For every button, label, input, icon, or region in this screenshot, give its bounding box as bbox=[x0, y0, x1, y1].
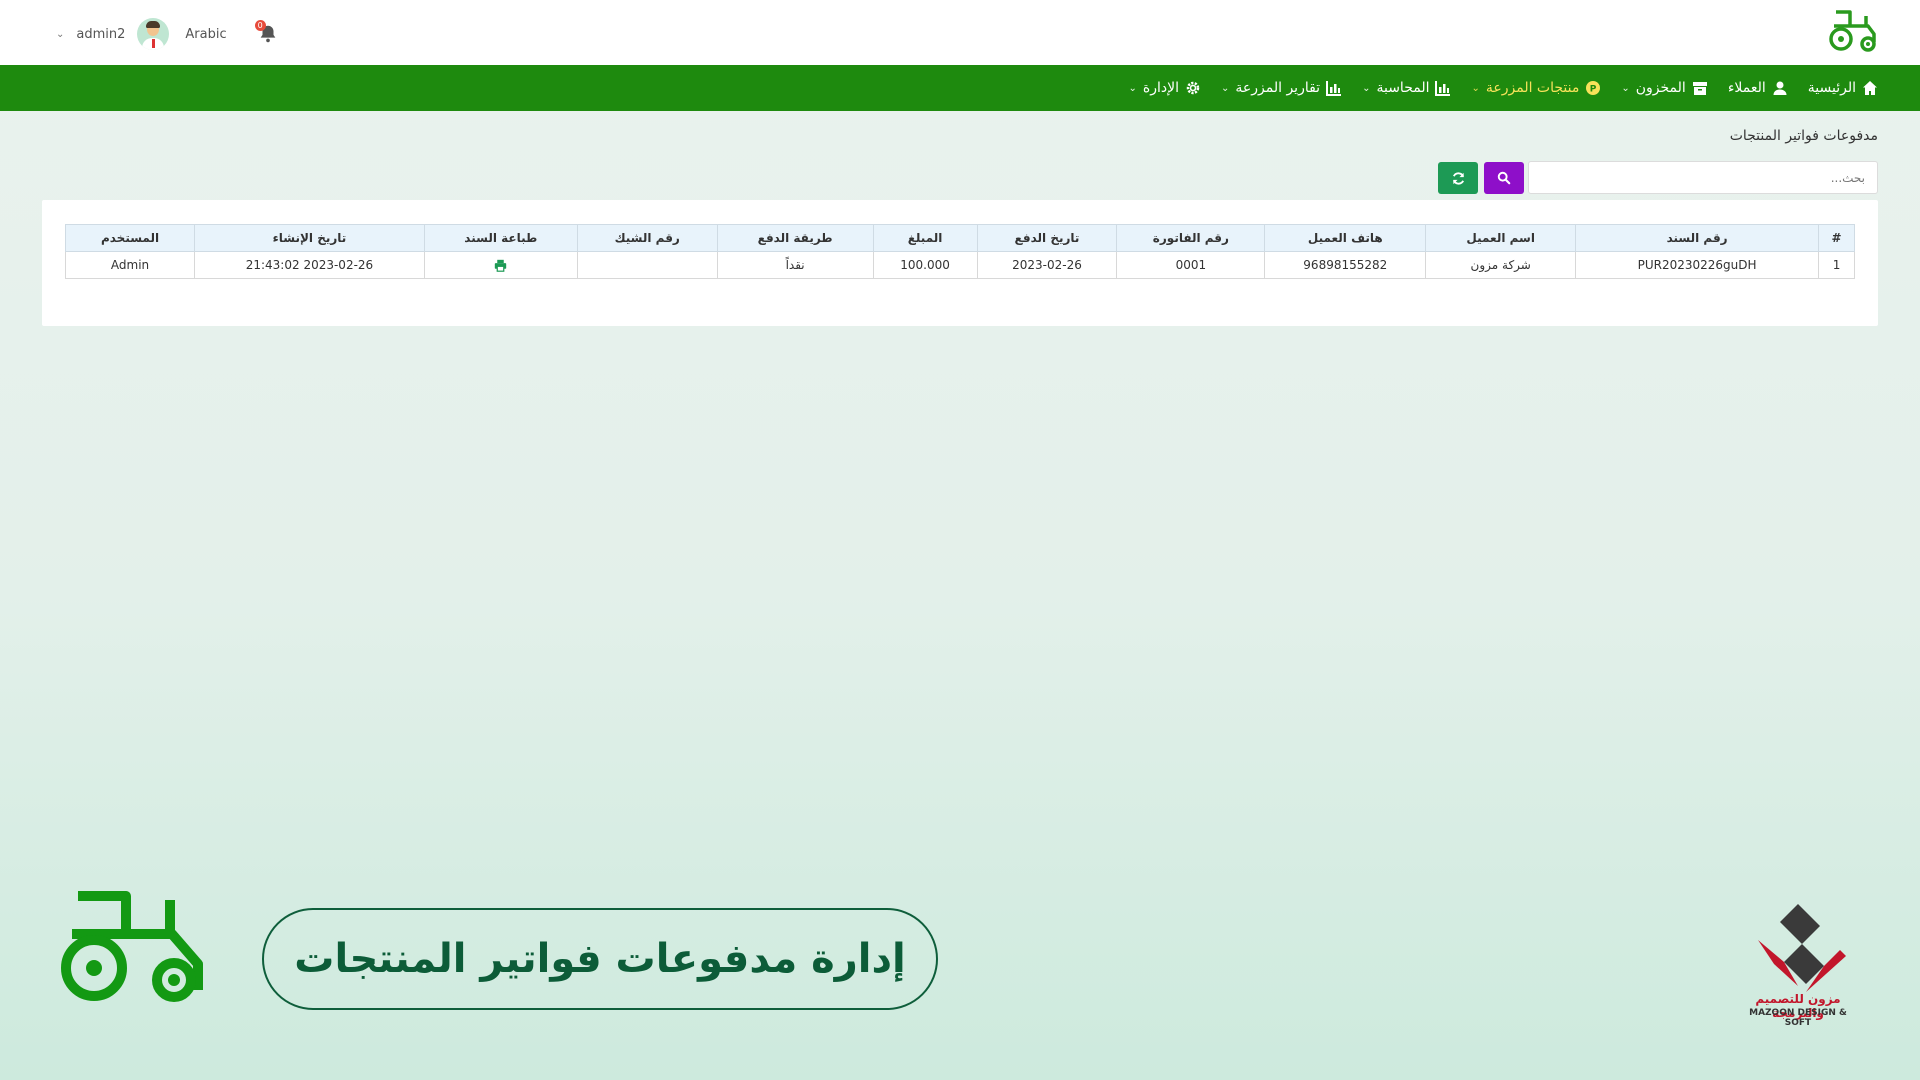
nav-item-label: المحاسبة bbox=[1376, 80, 1430, 96]
mazoon-logo-mark bbox=[1758, 904, 1846, 992]
feature-banner: إدارة مدفوعات فواتير المنتجات bbox=[262, 908, 938, 1010]
nav-item-administration[interactable]: الإدارة ⌄ bbox=[1129, 80, 1201, 96]
nav-item-label: تقارير المزرعة bbox=[1235, 80, 1321, 96]
chart-icon bbox=[1326, 80, 1342, 96]
payments-card: # رقم السند اسم العميل هاتف العميل رقم ا… bbox=[42, 200, 1878, 326]
chevron-down-icon: ⌄ bbox=[1221, 82, 1230, 94]
search-button[interactable] bbox=[1484, 162, 1524, 194]
tractor-logo[interactable] bbox=[1828, 8, 1880, 54]
top-header: ⌄ admin2 Arabic 0 bbox=[0, 0, 1920, 65]
cell-print bbox=[423, 251, 578, 279]
column-header[interactable]: رقم الفاتورة bbox=[1116, 224, 1266, 252]
nav-item-accounting[interactable]: المحاسبة ⌄ bbox=[1362, 80, 1451, 96]
nav-item-farm-products[interactable]: P منتجات المزرعة ⌄ bbox=[1471, 80, 1601, 96]
cell-created-at: 2023-02-26 21:43:02 bbox=[194, 251, 425, 279]
column-header[interactable]: تاريخ الدفع bbox=[976, 224, 1118, 252]
chevron-down-icon: ⌄ bbox=[1621, 82, 1630, 94]
table-row: 1 PUR20230226guDH شركة مزون 96898155282 … bbox=[64, 251, 1855, 279]
search-icon bbox=[1497, 171, 1511, 185]
payments-table: # رقم السند اسم العميل هاتف العميل رقم ا… bbox=[64, 224, 1855, 279]
cell-customer-phone: 96898155282 bbox=[1264, 251, 1427, 279]
chevron-down-icon: ⌄ bbox=[1362, 82, 1371, 94]
avatar[interactable] bbox=[137, 18, 170, 50]
column-header[interactable]: رقم السند bbox=[1575, 224, 1820, 252]
nav-item-customers[interactable]: العملاء bbox=[1728, 80, 1788, 96]
chevron-down-icon: ⌄ bbox=[1128, 82, 1137, 94]
nav-item-home[interactable]: الرئيسية bbox=[1808, 80, 1878, 96]
cell-payment-method: نقداً bbox=[716, 251, 874, 279]
column-header[interactable]: المبلغ bbox=[872, 224, 978, 252]
gear-icon bbox=[1185, 80, 1201, 96]
table-header-row: # رقم السند اسم العميل هاتف العميل رقم ا… bbox=[64, 224, 1855, 252]
nav-item-label: الإدارة bbox=[1142, 80, 1180, 96]
nav-item-label: العملاء bbox=[1727, 80, 1766, 96]
column-header[interactable]: رقم الشيك bbox=[576, 224, 718, 252]
svg-text:P: P bbox=[1590, 85, 1597, 95]
cell-payment-date: 2023-02-26 bbox=[976, 251, 1118, 279]
chevron-down-icon[interactable]: ⌄ bbox=[56, 29, 64, 40]
nav-item-farm-reports[interactable]: تقارير المزرعة ⌄ bbox=[1221, 80, 1342, 96]
user-icon bbox=[1772, 80, 1788, 96]
column-header[interactable]: المستخدم bbox=[64, 224, 196, 252]
column-header[interactable]: اسم العميل bbox=[1425, 224, 1577, 252]
username[interactable]: admin2 bbox=[76, 27, 125, 42]
language-switcher[interactable]: Arabic bbox=[185, 27, 226, 42]
column-header[interactable]: طريقة الدفع bbox=[716, 224, 874, 252]
refresh-button[interactable] bbox=[1438, 162, 1478, 194]
cell-voucher-no: PUR20230226guDH bbox=[1575, 251, 1820, 279]
product-icon: P bbox=[1585, 80, 1601, 96]
cell-user: Admin bbox=[64, 251, 196, 279]
nav-item-label: منتجات المزرعة bbox=[1485, 80, 1580, 96]
cell-invoice-no: 0001 bbox=[1116, 251, 1266, 279]
chart-icon bbox=[1435, 80, 1451, 96]
notification-badge: 0 bbox=[254, 20, 266, 31]
column-header[interactable]: # bbox=[1818, 224, 1855, 252]
cell-amount: 100.000 bbox=[872, 251, 978, 279]
home-icon bbox=[1862, 80, 1878, 96]
chevron-down-icon: ⌄ bbox=[1471, 82, 1480, 94]
nav-item-label: الرئيسية bbox=[1807, 80, 1856, 96]
mazoon-logo: مزون للتصميم والبرمجة MAZOON DESIGN & SO… bbox=[1740, 900, 1856, 1028]
print-icon[interactable] bbox=[494, 259, 507, 272]
page-title: مدفوعات فواتير المنتجات bbox=[1729, 128, 1878, 144]
nav-item-inventory[interactable]: المخزون ⌄ bbox=[1621, 80, 1707, 96]
column-header[interactable]: هاتف العميل bbox=[1264, 224, 1427, 252]
tractor-icon bbox=[61, 891, 203, 1002]
main-navbar: الرئيسية العملاء المخزون ⌄ P منتجات المز… bbox=[0, 65, 1920, 111]
user-area: ⌄ admin2 Arabic 0 bbox=[56, 14, 279, 54]
search-input[interactable] bbox=[1528, 161, 1878, 194]
cell-customer-name: شركة مزون bbox=[1425, 251, 1577, 279]
column-header[interactable]: تاريخ الإنشاء bbox=[194, 224, 425, 252]
nav-items: الرئيسية العملاء المخزون ⌄ P منتجات المز… bbox=[1129, 65, 1878, 111]
cell-index: 1 bbox=[1818, 251, 1855, 279]
logo-text-english: MAZOON DESIGN & SOFT bbox=[1749, 1008, 1847, 1028]
refresh-icon bbox=[1452, 171, 1464, 185]
nav-item-label: المخزون bbox=[1635, 80, 1686, 96]
column-header[interactable]: طباعة السند bbox=[423, 224, 578, 252]
cell-check-no bbox=[576, 251, 718, 279]
archive-icon bbox=[1692, 80, 1708, 96]
notification-bell[interactable]: 0 bbox=[254, 20, 279, 45]
